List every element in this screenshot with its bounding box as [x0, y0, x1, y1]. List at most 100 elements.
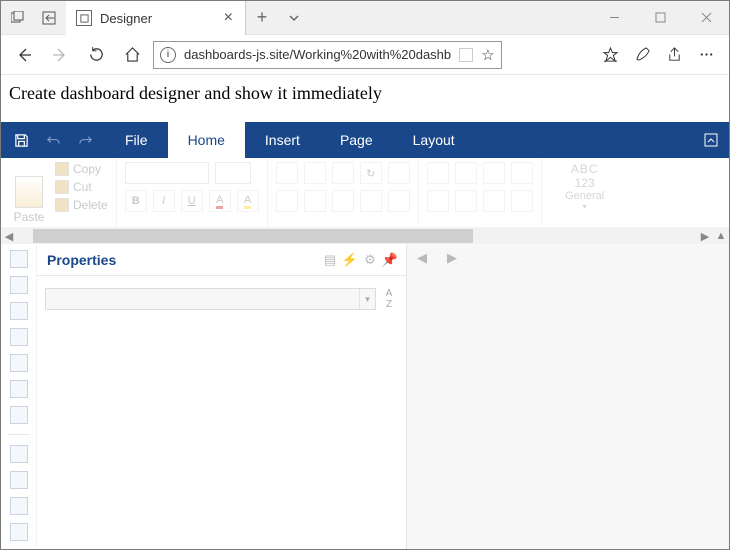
border-style-button[interactable] — [455, 190, 477, 212]
align-justify-button[interactable] — [360, 190, 382, 212]
ribbon-group-number: ABC 123 General ▾ — [542, 158, 628, 227]
font-size-select[interactable] — [215, 162, 251, 184]
tool-chart[interactable] — [10, 302, 28, 320]
cut-button[interactable]: Cut — [55, 180, 108, 194]
props-pin-icon[interactable]: 📌 — [380, 250, 400, 270]
url-text: dashboards-js.site/Working%20with%20dash… — [184, 47, 451, 62]
delete-button[interactable]: Delete — [55, 198, 108, 212]
border-button-3[interactable] — [483, 162, 505, 184]
border-button-4[interactable] — [511, 162, 533, 184]
format-123: 123 — [575, 176, 595, 190]
tool-extra[interactable] — [10, 523, 28, 541]
page-content: Create dashboard designer and show it im… — [1, 75, 729, 549]
sort-az-icon[interactable]: AZ — [380, 288, 398, 310]
window-close-button[interactable] — [683, 1, 729, 34]
favicon-icon — [76, 10, 92, 26]
pager-next-icon[interactable]: ▶ — [447, 250, 457, 266]
font-family-select[interactable] — [125, 162, 209, 184]
tool-list[interactable] — [10, 471, 28, 489]
save-button[interactable] — [7, 126, 35, 154]
bold-button[interactable]: B — [125, 190, 147, 212]
align-right-button[interactable] — [332, 190, 354, 212]
props-tab-list-icon[interactable]: ▤ — [320, 250, 340, 270]
indent-button[interactable] — [388, 190, 410, 212]
back-button[interactable] — [9, 40, 39, 70]
home-button[interactable] — [117, 40, 147, 70]
favorites-hub-icon[interactable] — [595, 40, 625, 70]
hscroll-left-icon[interactable]: ◀ — [1, 230, 17, 243]
tab-layout[interactable]: Layout — [393, 122, 475, 158]
tool-image[interactable] — [10, 276, 28, 294]
rotate-button[interactable]: ↻ — [360, 162, 382, 184]
tab-close-icon[interactable]: × — [224, 9, 233, 27]
notes-icon[interactable] — [627, 40, 657, 70]
props-events-icon[interactable]: ⚡ — [340, 250, 360, 270]
paste-button[interactable]: Paste — [9, 162, 49, 224]
wrap-button[interactable] — [388, 162, 410, 184]
ribbon-body: Paste Copy Cut Delete B I U A A — [1, 158, 729, 228]
quick-access-toolbar — [1, 122, 105, 158]
tab-home[interactable]: Home — [168, 122, 245, 158]
copy-button[interactable]: Copy — [55, 162, 108, 176]
tab-groups-icon[interactable] — [3, 1, 33, 34]
reading-view-icon[interactable] — [459, 48, 473, 62]
refresh-button[interactable] — [81, 40, 111, 70]
tab-insert[interactable]: Insert — [245, 122, 320, 158]
paste-icon — [15, 176, 43, 208]
window-maximize-button[interactable] — [637, 1, 683, 34]
tool-text[interactable] — [10, 250, 28, 268]
set-aside-icon[interactable] — [34, 1, 64, 34]
underline-button[interactable]: U — [181, 190, 203, 212]
ribbon-group-borders — [419, 158, 542, 227]
border-width-button[interactable] — [511, 190, 533, 212]
cut-icon — [55, 180, 69, 194]
highlight-button[interactable]: A — [237, 190, 259, 212]
window-minimize-button[interactable] — [591, 1, 637, 34]
props-settings-icon[interactable]: ⚙ — [360, 250, 380, 270]
format-general[interactable]: General — [565, 190, 604, 202]
horizontal-scrollbar[interactable]: ◀ ▶ ▲ — [1, 228, 729, 244]
favorite-star-icon[interactable]: ☆ — [481, 46, 494, 64]
tabs-chevron-icon[interactable] — [278, 1, 310, 34]
undo-button[interactable] — [39, 126, 67, 154]
vscroll-up-icon[interactable]: ▲ — [713, 230, 729, 242]
fill-button[interactable] — [427, 190, 449, 212]
align-left-button[interactable] — [276, 190, 298, 212]
design-canvas[interactable]: ◀ ▶ — [407, 244, 729, 549]
toolbox-rail — [1, 244, 37, 547]
align-center-button[interactable] — [304, 190, 326, 212]
properties-title: Properties — [47, 252, 320, 268]
copy-label: Copy — [73, 162, 101, 176]
align-top-center-button[interactable] — [304, 162, 326, 184]
tab-page[interactable]: Page — [320, 122, 393, 158]
tool-panel[interactable] — [10, 497, 28, 515]
hscroll-right-icon[interactable]: ▶ — [697, 230, 713, 243]
align-top-left-button[interactable] — [276, 162, 298, 184]
tab-file[interactable]: File — [105, 122, 168, 158]
share-icon[interactable] — [659, 40, 689, 70]
hscroll-thumb[interactable] — [33, 229, 473, 243]
page-heading: Create dashboard designer and show it im… — [1, 75, 729, 122]
new-tab-button[interactable]: + — [246, 1, 278, 34]
tool-table[interactable] — [10, 354, 28, 372]
tool-region[interactable] — [10, 380, 28, 398]
more-icon[interactable] — [691, 40, 721, 70]
property-selector-row: ▾ AZ — [45, 288, 398, 310]
url-field[interactable]: i dashboards-js.site/Working%20with%20da… — [153, 41, 502, 69]
ribbon-collapse-icon[interactable] — [693, 122, 729, 158]
border-button-2[interactable] — [455, 162, 477, 184]
property-object-select[interactable]: ▾ — [45, 288, 376, 310]
site-info-icon[interactable]: i — [160, 47, 176, 63]
tool-gauge[interactable] — [10, 328, 28, 346]
italic-button[interactable]: I — [153, 190, 175, 212]
font-color-button[interactable]: A — [209, 190, 231, 212]
align-top-right-button[interactable] — [332, 162, 354, 184]
tool-page[interactable] — [10, 445, 28, 463]
tool-plugin[interactable] — [10, 406, 28, 424]
border-button-1[interactable] — [427, 162, 449, 184]
border-color-button[interactable] — [483, 190, 505, 212]
browser-tab[interactable]: Designer × — [66, 1, 246, 35]
tab-title: Designer — [100, 11, 216, 26]
redo-button[interactable] — [71, 126, 99, 154]
pager-prev-icon[interactable]: ◀ — [417, 250, 427, 266]
